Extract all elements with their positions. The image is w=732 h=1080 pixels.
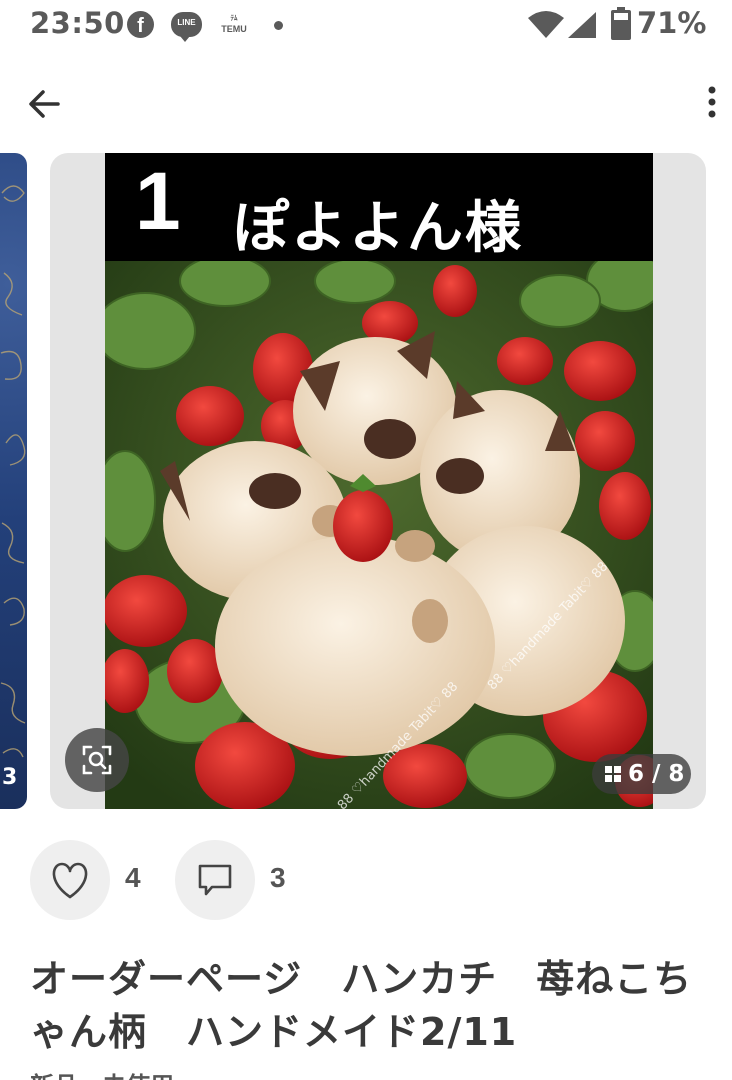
battery-icon xyxy=(611,7,631,40)
product-image-card[interactable]: 1 ぽよよん様 88 ♡handmade Tabit♡ 88 88 ♡handm… xyxy=(50,153,706,809)
item-condition: 新品、未使用 xyxy=(30,1066,174,1080)
comment-icon xyxy=(198,864,232,896)
grid-icon xyxy=(605,766,621,782)
kittens-strawberries-illustration xyxy=(105,261,653,809)
signal-icon xyxy=(568,12,596,38)
back-button[interactable] xyxy=(24,82,68,126)
line-app-icon: LINE xyxy=(171,12,202,42)
arrow-left-icon xyxy=(29,90,60,118)
more-options-button[interactable] xyxy=(698,82,726,126)
facebook-icon: f xyxy=(127,11,154,38)
image-banner: 1 ぽよよん様 xyxy=(105,153,653,261)
temu-app-icon: ﾃﾑ TEMU xyxy=(221,15,247,34)
comment-count: 3 xyxy=(270,862,286,893)
battery-percent: 71% xyxy=(637,6,707,40)
heart-icon xyxy=(52,862,88,899)
page-indicator-text: 6 / 8 xyxy=(628,761,685,787)
like-button[interactable] xyxy=(30,840,110,920)
status-bar: 23:50 f LINE ﾃﾑ TEMU 71% xyxy=(0,0,732,52)
status-time: 23:50 xyxy=(30,6,125,40)
more-vertical-icon xyxy=(708,86,716,118)
decorative-pattern xyxy=(0,185,26,758)
banner-name: ぽよよん様 xyxy=(233,196,523,261)
comment-button[interactable] xyxy=(175,840,255,920)
product-image: 1 ぽよよん様 88 ♡handmade Tabit♡ 88 88 ♡handm… xyxy=(105,153,653,809)
item-title: オーダーページ ハンカチ 苺ねこちゃん柄 ハンドメイド2/11 xyxy=(30,957,693,1054)
image-page-indicator: 6 / 8 xyxy=(592,754,691,794)
wifi-icon xyxy=(528,11,564,38)
previous-image-peek[interactable] xyxy=(0,153,27,809)
notification-dot-icon xyxy=(274,21,283,30)
banner-number: 1 xyxy=(135,156,181,247)
visual-search-button[interactable] xyxy=(65,728,129,792)
like-count: 4 xyxy=(125,862,141,893)
previous-image-text: 3 xyxy=(2,765,18,790)
scan-search-icon xyxy=(82,745,112,775)
